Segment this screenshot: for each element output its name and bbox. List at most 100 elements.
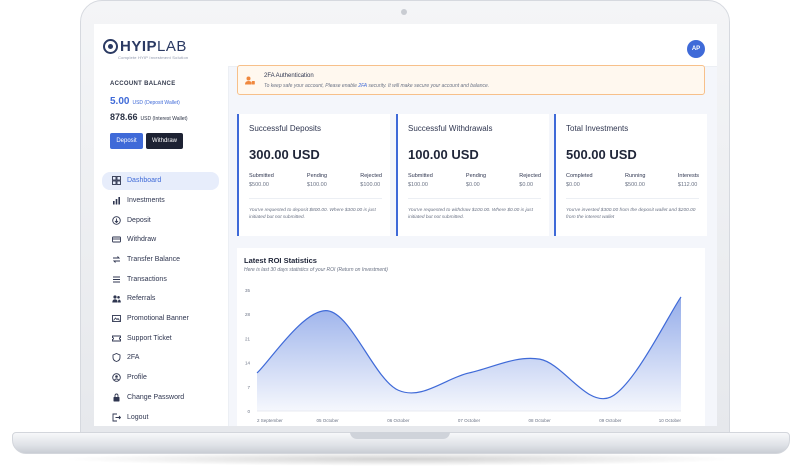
stat-label: Rejected (519, 173, 541, 179)
sidebar-item-investments[interactable]: Investments (102, 192, 219, 210)
sidebar-item-label: Deposit (127, 216, 151, 224)
brand-logo[interactable]: HYIPLAB (103, 38, 187, 55)
sidebar-item-promotional-banner[interactable]: Promotional Banner (102, 310, 219, 328)
card-stat: Running $500.00 (625, 173, 646, 188)
stat-label: Rejected (360, 173, 382, 179)
stat-label: Pending (306, 173, 328, 179)
x-tick-label: 2 September (257, 418, 283, 423)
stat-label: Completed (566, 173, 593, 179)
sidebar-item-logout[interactable]: Logout (102, 408, 219, 426)
stat-label: Pending (465, 173, 487, 179)
card-note: You've requested to deposit $800.00. Whe… (249, 208, 376, 220)
avatar[interactable]: AP (687, 40, 705, 58)
sidebar-item-deposit[interactable]: Deposit (102, 211, 219, 229)
sidebar-item-label: 2FA (127, 354, 140, 362)
y-tick-label: 0 (247, 409, 250, 414)
app-screen: HYIPLAB Complete HYIP Investment Solutio… (94, 24, 717, 426)
stat-label: Running (625, 173, 646, 179)
sidebar-item-label: Profile (127, 374, 147, 382)
investments-card: Total Investments 500.00 USD Completed $0.0… (554, 114, 707, 236)
sidebar-item-label: Transactions (127, 275, 167, 283)
y-tick-label: 21 (245, 336, 251, 341)
deposits-card: Successful Deposits 300.00 USD Submitted $5… (237, 114, 390, 236)
sidebar-item-support-ticket[interactable]: Support Ticket (102, 330, 219, 348)
stat-label: Submitted (249, 173, 274, 179)
balance-title: ACCOUNT BALANCE (110, 81, 176, 87)
sidebar-item-label: Investments (127, 196, 165, 204)
stat-value: $500.00 (625, 182, 645, 188)
card-note: You've requested to withdraw $100.00. Wh… (408, 208, 533, 220)
sidebar-item-label: Logout (127, 413, 149, 421)
card-stat: Completed $0.00 (566, 173, 593, 188)
y-tick-label: 35 (245, 288, 251, 293)
stat-value: $0.00 (519, 182, 534, 188)
camera-icon (401, 9, 407, 15)
card-note: You've invested $300.00 from the deposit… (566, 208, 696, 220)
ticket-icon (112, 334, 121, 343)
card-stats: Submitted $100.00 Pending $0.00 Rejected $0.0… (408, 173, 541, 188)
stat-label: Submitted (408, 173, 433, 179)
sidebar-item-transactions[interactable]: Transactions (102, 270, 219, 288)
roi-chart-card: Latest ROI Statistics Here is last 30 da… (237, 248, 705, 426)
withdraw-icon (112, 235, 121, 244)
stat-value: $100.00 (306, 182, 327, 188)
sidebar-item-label: Transfer Balance (127, 256, 181, 263)
stat-value: $0.00 (465, 182, 480, 188)
sidebar: HYIPLAB Complete HYIP Investment Solutio… (94, 24, 229, 426)
card-amount: 100.00 USD (408, 147, 479, 162)
twofa-icon (112, 353, 121, 363)
x-tick-label: 09 October (599, 418, 622, 423)
deposit-button[interactable]: Deposit (110, 133, 143, 149)
card-stat: Rejected $0.00 (519, 173, 541, 188)
sidebar-item-label: Support Ticket (127, 334, 172, 342)
laptop-notch (350, 432, 450, 439)
dashboard-icon (112, 176, 121, 186)
card-stats: Submitted $500.00 Pending $100.00 Rejected $1… (249, 173, 382, 188)
sidebar-item-profile[interactable]: Profile (102, 369, 219, 387)
investments-icon (112, 196, 121, 205)
password-icon (112, 393, 121, 402)
divider (249, 198, 382, 199)
stat-value: $100.00 (360, 182, 381, 188)
sidebar-item-referrals[interactable]: Referrals (102, 290, 219, 308)
sidebar-item-label: Change Password (127, 393, 185, 401)
card-amount: 500.00 USD (566, 147, 637, 162)
logout-icon (112, 413, 121, 422)
sidebar-item-transfer-balance[interactable]: Transfer Balance (102, 251, 219, 269)
sidebar-item-withdraw[interactable]: Withdraw (102, 231, 219, 249)
x-tick-label: 06 October (387, 418, 410, 423)
sidebar-item-label: Dashboard (127, 177, 162, 185)
sidebar-item-2fa[interactable]: 2FA (102, 349, 219, 367)
user-shield-icon (245, 76, 255, 85)
card-stat: Submitted $500.00 (249, 173, 274, 188)
sidebar-item-label: Withdraw (127, 236, 157, 244)
sidebar-item-change-password[interactable]: Change Password (102, 389, 219, 407)
stat-value: $112.00 (677, 182, 698, 188)
y-tick-label: 14 (245, 361, 251, 366)
roi-area-fill (257, 296, 681, 411)
withdraw-button[interactable]: Withdraw (146, 133, 183, 149)
stat-label: Interests (677, 173, 699, 179)
x-tick-label: 07 October (458, 418, 481, 423)
brand-name: HYIPLAB (120, 38, 187, 55)
x-tick-label: 08 October (529, 418, 552, 423)
enable-2fa-link[interactable]: 2FA (358, 83, 367, 89)
withdrawals-card: Successful Withdrawals 100.00 USD Submitte… (396, 114, 549, 236)
stat-value: $0.00 (566, 182, 580, 188)
twofa-alert: 2FA Authentication To keep safe your acc… (237, 65, 705, 95)
banner-icon (112, 314, 121, 323)
card-stat: Pending $100.00 (307, 173, 327, 188)
profile-icon (112, 373, 121, 382)
card-title: Total Investments (566, 124, 629, 133)
card-title: Successful Deposits (249, 124, 322, 133)
card-title: Successful Withdrawals (408, 124, 493, 133)
sidebar-item-label: Promotional Banner (127, 315, 189, 323)
divider (566, 198, 699, 199)
sidebar-item-label: Referrals (127, 295, 156, 303)
y-tick-label: 28 (245, 312, 251, 317)
sidebar-item-dashboard[interactable]: Dashboard (102, 172, 219, 190)
roi-area-chart: 0 7 14 21 28 35 2 September 05 October 06 Octobe… (245, 288, 682, 423)
alert-text: To keep safe your account, Please enable… (264, 83, 490, 89)
card-amount: 300.00 USD (249, 147, 320, 162)
transfer-icon (112, 255, 121, 264)
